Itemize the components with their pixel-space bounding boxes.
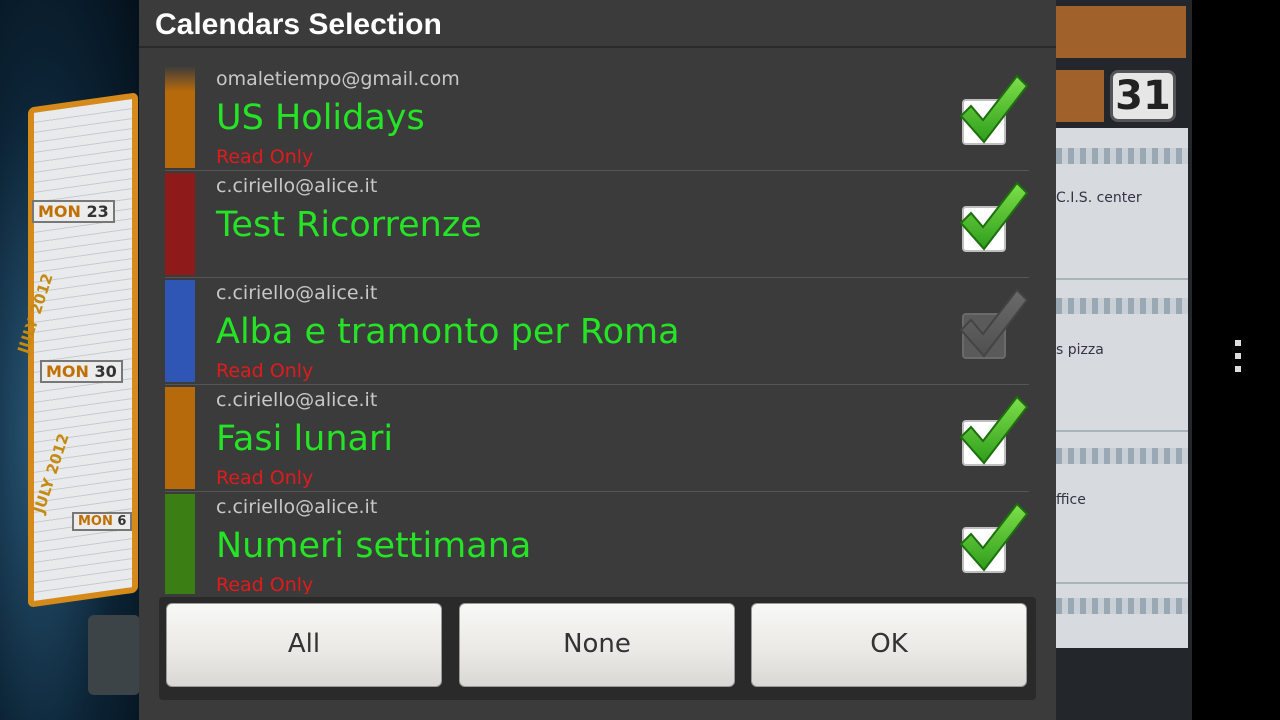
calendar-account: omaletiempo@gmail.com [216,68,460,90]
calendars-selection-dialog: Calendars Selection omaletiempo@gmail.co… [139,0,1056,720]
drum-day-tag: MON 6 [72,512,133,531]
calendar-color-bar [165,387,195,489]
day-header [1056,70,1104,122]
event-label: ffice [1056,492,1086,508]
read-only-label: Read Only [216,467,314,489]
read-only-label: Read Only [216,574,314,594]
button-bar: All None OK [159,597,1036,700]
read-only-label: Read Only [216,146,314,168]
day-number: 31 [1110,70,1176,122]
background-calendar-drum: MON 23 MON 30 MON 6 JULY 2012 JULY 2012 [0,0,140,720]
calendar-account: c.ciriello@alice.it [216,496,378,518]
calendar-name: Fasi lunari [216,419,394,459]
event-label: C.I.S. center [1056,190,1142,206]
calendar-row[interactable]: c.ciriello@alice.it Numeri settimana Read … [165,492,1029,594]
drum-day-tag: MON 23 [32,200,115,223]
calendar-row[interactable]: c.ciriello@alice.it Fasi lunari Read Only [165,385,1029,492]
calendar-name: Numeri settimana [216,526,532,566]
calendar-row[interactable]: c.ciriello@alice.it Test Ricorrenze [165,171,1029,278]
calendar-color-bar [165,66,195,168]
calendar-checkbox[interactable] [957,179,1029,259]
calendar-name: US Holidays [216,98,425,138]
overflow-menu-icon[interactable] [1233,340,1243,384]
calendar-color-bar [165,280,195,382]
calendar-name: Alba e tramonto per Roma [216,312,680,352]
calendar-name: Test Ricorrenze [216,205,482,245]
day-column [1056,128,1188,648]
calendar-checkbox[interactable] [957,286,1029,366]
calendar-color-bar [165,494,195,594]
all-button[interactable]: All [166,603,442,687]
calendar-checkbox[interactable] [957,500,1029,580]
calendar-account: c.ciriello@alice.it [216,389,378,411]
background-day-view: 31 C.I.S. center s pizza ffice [1056,0,1280,720]
calendar-row[interactable]: omaletiempo@gmail.com US Holidays Read Onl… [165,64,1029,171]
calendar-color-bar [165,173,195,275]
dialog-title: Calendars Selection [139,0,1056,48]
none-button[interactable]: None [459,603,735,687]
event-label: s pizza [1056,342,1104,358]
calendar-row[interactable]: c.ciriello@alice.it Alba e tramonto per R… [165,278,1029,385]
calendar-account: c.ciriello@alice.it [216,175,378,197]
calendar-list: omaletiempo@gmail.com US Holidays Read Onl… [165,64,1029,594]
read-only-label: Read Only [216,360,314,382]
drum-day-tag: MON 30 [40,360,123,383]
calendar-checkbox[interactable] [957,72,1029,152]
trash-icon [88,615,140,695]
day-header-bar [1056,6,1186,58]
calendar-account: c.ciriello@alice.it [216,282,378,304]
calendar-checkbox[interactable] [957,393,1029,473]
ok-button[interactable]: OK [751,603,1027,687]
